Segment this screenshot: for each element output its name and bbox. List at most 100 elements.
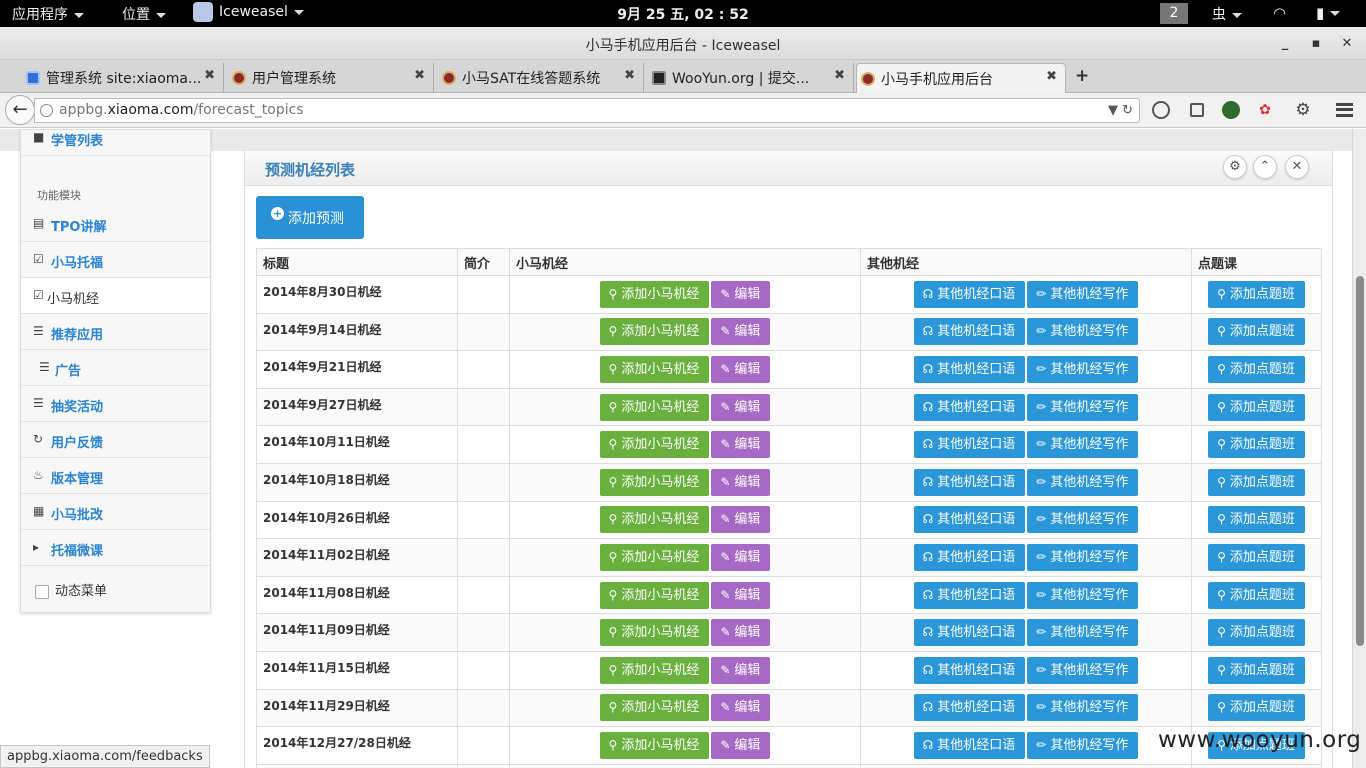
edit-button[interactable]: ✎ 编辑	[711, 355, 771, 383]
other-writing-button[interactable]: ✏ 其他机经写作	[1027, 431, 1139, 459]
add-topic-class-button[interactable]: ⚲ 添加点题班	[1208, 581, 1305, 609]
other-speaking-button[interactable]: ☊ 其他机经口语	[913, 731, 1026, 759]
close-icon[interactable]: ✖	[204, 68, 215, 83]
other-writing-button[interactable]: ✏ 其他机经写作	[1027, 468, 1139, 496]
other-writing-button[interactable]: ✏ 其他机经写作	[1027, 280, 1139, 308]
add-topic-class-button[interactable]: ⚲ 添加点题班	[1208, 355, 1305, 383]
other-speaking-button[interactable]: ☊ 其他机经口语	[913, 355, 1026, 383]
add-xiaoma-jijing-button[interactable]: ⚲ 添加小马机经	[599, 731, 710, 759]
sidebar-item-ads[interactable]: ☰ 广告	[21, 350, 210, 386]
other-writing-button[interactable]: ✏ 其他机经写作	[1027, 581, 1139, 609]
add-xiaoma-jijing-button[interactable]: ⚲ 添加小马机经	[599, 468, 710, 496]
edit-button[interactable]: ✎ 编辑	[711, 393, 771, 421]
addon-red-icon[interactable]: ✿	[1256, 101, 1274, 119]
edit-button[interactable]: ✎ 编辑	[711, 694, 771, 722]
add-topic-class-button[interactable]: ⚲ 添加点题班	[1208, 431, 1305, 459]
gear-icon[interactable]: ⚙	[1223, 155, 1247, 179]
edit-button[interactable]: ✎ 编辑	[711, 656, 771, 684]
minimize-button[interactable]: _	[1276, 35, 1294, 53]
sidebar-item-versions[interactable]: ♨ 版本管理	[21, 458, 210, 494]
other-speaking-button[interactable]: ☊ 其他机经口语	[913, 581, 1026, 609]
other-writing-button[interactable]: ✏ 其他机经写作	[1027, 543, 1139, 571]
checkbox-box[interactable]	[35, 584, 49, 599]
sidebar-item-jijing[interactable]: ☑ 小马机经	[21, 278, 210, 314]
page-scrollbar[interactable]	[1352, 129, 1366, 768]
edit-button[interactable]: ✎ 编辑	[711, 318, 771, 346]
edit-button[interactable]: ✎ 编辑	[711, 506, 771, 534]
other-writing-button[interactable]: ✏ 其他机经写作	[1027, 318, 1139, 346]
other-speaking-button[interactable]: ☊ 其他机经口语	[913, 506, 1026, 534]
edit-button[interactable]: ✎ 编辑	[711, 468, 771, 496]
sidebar-item-tpo[interactable]: ▤ TPO讲解	[21, 206, 210, 242]
addon-green-icon[interactable]	[1222, 101, 1240, 119]
other-writing-button[interactable]: ✏ 其他机经写作	[1027, 506, 1139, 534]
sidebar-item-feedback[interactable]: ↻ 用户反馈	[21, 422, 210, 458]
close-icon[interactable]: ✖	[1046, 69, 1057, 84]
tab-xiaoma-app-backend[interactable]: 小马手机应用后台 ✖	[856, 63, 1066, 93]
back-button[interactable]: ←	[5, 95, 35, 125]
close-window-button[interactable]: ✕	[1338, 35, 1356, 53]
other-speaking-button[interactable]: ☊ 其他机经口语	[913, 318, 1026, 346]
add-xiaoma-jijing-button[interactable]: ⚲ 添加小马机经	[599, 543, 710, 571]
url-controls[interactable]: ▼ ↻	[1108, 99, 1133, 122]
url-bar[interactable]: appbg.xiaoma.com/forecast_topics ▼ ↻	[34, 98, 1140, 123]
input-method-menu[interactable]: 虫	[1212, 4, 1242, 24]
other-writing-button[interactable]: ✏ 其他机经写作	[1027, 619, 1139, 647]
edit-button[interactable]: ✎ 编辑	[711, 619, 771, 647]
privacy-icon[interactable]	[1152, 101, 1170, 119]
other-writing-button[interactable]: ✏ 其他机经写作	[1027, 393, 1139, 421]
other-writing-button[interactable]: ✏ 其他机经写作	[1027, 694, 1139, 722]
add-xiaoma-jijing-button[interactable]: ⚲ 添加小马机经	[599, 656, 710, 684]
new-tab-button[interactable]: +	[1075, 66, 1089, 86]
sidebar-item-correction[interactable]: ▦ 小马批改	[21, 494, 210, 530]
sidebar-item-toefl[interactable]: ☑ 小马托福	[21, 242, 210, 278]
add-xiaoma-jijing-button[interactable]: ⚲ 添加小马机经	[599, 431, 710, 459]
maximize-button[interactable]: ▪	[1307, 35, 1325, 53]
gear-icon[interactable]: ⚙	[1294, 101, 1312, 119]
close-icon[interactable]: ✕	[1285, 155, 1309, 179]
edit-button[interactable]: ✎ 编辑	[711, 543, 771, 571]
other-speaking-button[interactable]: ☊ 其他机经口语	[913, 694, 1026, 722]
other-speaking-button[interactable]: ☊ 其他机经口语	[913, 280, 1026, 308]
other-writing-button[interactable]: ✏ 其他机经写作	[1027, 731, 1139, 759]
add-topic-class-button[interactable]: ⚲ 添加点题班	[1208, 393, 1305, 421]
edit-button[interactable]: ✎ 编辑	[711, 431, 771, 459]
add-xiaoma-jijing-button[interactable]: ⚲ 添加小马机经	[599, 619, 710, 647]
other-speaking-button[interactable]: ☊ 其他机经口语	[913, 656, 1026, 684]
other-speaking-button[interactable]: ☊ 其他机经口语	[913, 468, 1026, 496]
sidebar-item-microclass[interactable]: ▸ 托福微课	[21, 530, 210, 566]
reader-icon[interactable]	[1190, 103, 1204, 117]
close-icon[interactable]: ✖	[834, 68, 845, 83]
close-icon[interactable]: ✖	[414, 68, 425, 83]
add-topic-class-button[interactable]: ⚲ 添加点题班	[1208, 619, 1305, 647]
add-xiaoma-jijing-button[interactable]: ⚲ 添加小马机经	[599, 355, 710, 383]
wifi-icon[interactable]: ◠	[1273, 4, 1286, 22]
add-topic-class-button[interactable]: ⚲ 添加点题班	[1208, 543, 1305, 571]
chevron-up-icon[interactable]: ⌃	[1253, 155, 1277, 179]
add-xiaoma-jijing-button[interactable]: ⚲ 添加小马机经	[599, 393, 710, 421]
edit-button[interactable]: ✎ 编辑	[711, 581, 771, 609]
add-topic-class-button[interactable]: ⚲ 添加点题班	[1208, 468, 1305, 496]
scrollbar-thumb[interactable]	[1356, 276, 1364, 646]
add-xiaoma-jijing-button[interactable]: ⚲ 添加小马机经	[599, 581, 710, 609]
dynamic-menu-checkbox[interactable]: 动态菜单	[35, 580, 107, 599]
other-writing-button[interactable]: ✏ 其他机经写作	[1027, 656, 1139, 684]
sidebar-item-recommend-apps[interactable]: ☰ 推荐应用	[21, 314, 210, 350]
sidebar-item-advisor-list[interactable]: ■ 学管列表	[21, 129, 210, 156]
add-topic-class-button[interactable]: ⚲ 添加点题班	[1208, 506, 1305, 534]
add-topic-class-button[interactable]: ⚲ 添加点题班	[1208, 318, 1305, 346]
other-speaking-button[interactable]: ☊ 其他机经口语	[913, 543, 1026, 571]
add-xiaoma-jijing-button[interactable]: ⚲ 添加小马机经	[599, 506, 710, 534]
add-xiaoma-jijing-button[interactable]: ⚲ 添加小马机经	[599, 280, 710, 308]
other-speaking-button[interactable]: ☊ 其他机经口语	[913, 619, 1026, 647]
add-forecast-button[interactable]: + 添加预测	[256, 196, 364, 239]
add-topic-class-button[interactable]: ⚲ 添加点题班	[1208, 280, 1305, 308]
menu-icon[interactable]	[1336, 103, 1353, 117]
add-xiaoma-jijing-button[interactable]: ⚲ 添加小马机经	[599, 694, 710, 722]
add-topic-class-button[interactable]: ⚲ 添加点题班	[1208, 694, 1305, 722]
other-speaking-button[interactable]: ☊ 其他机经口语	[913, 393, 1026, 421]
tab-management-search[interactable]: 管理系统 site:xiaoma... ✖	[22, 63, 224, 93]
tab-wooyun[interactable]: WooYun.org | 提交... ✖	[648, 63, 854, 93]
tab-user-management[interactable]: 用户管理系统 ✖	[228, 63, 434, 93]
battery-icon[interactable]: ▮	[1316, 4, 1341, 22]
